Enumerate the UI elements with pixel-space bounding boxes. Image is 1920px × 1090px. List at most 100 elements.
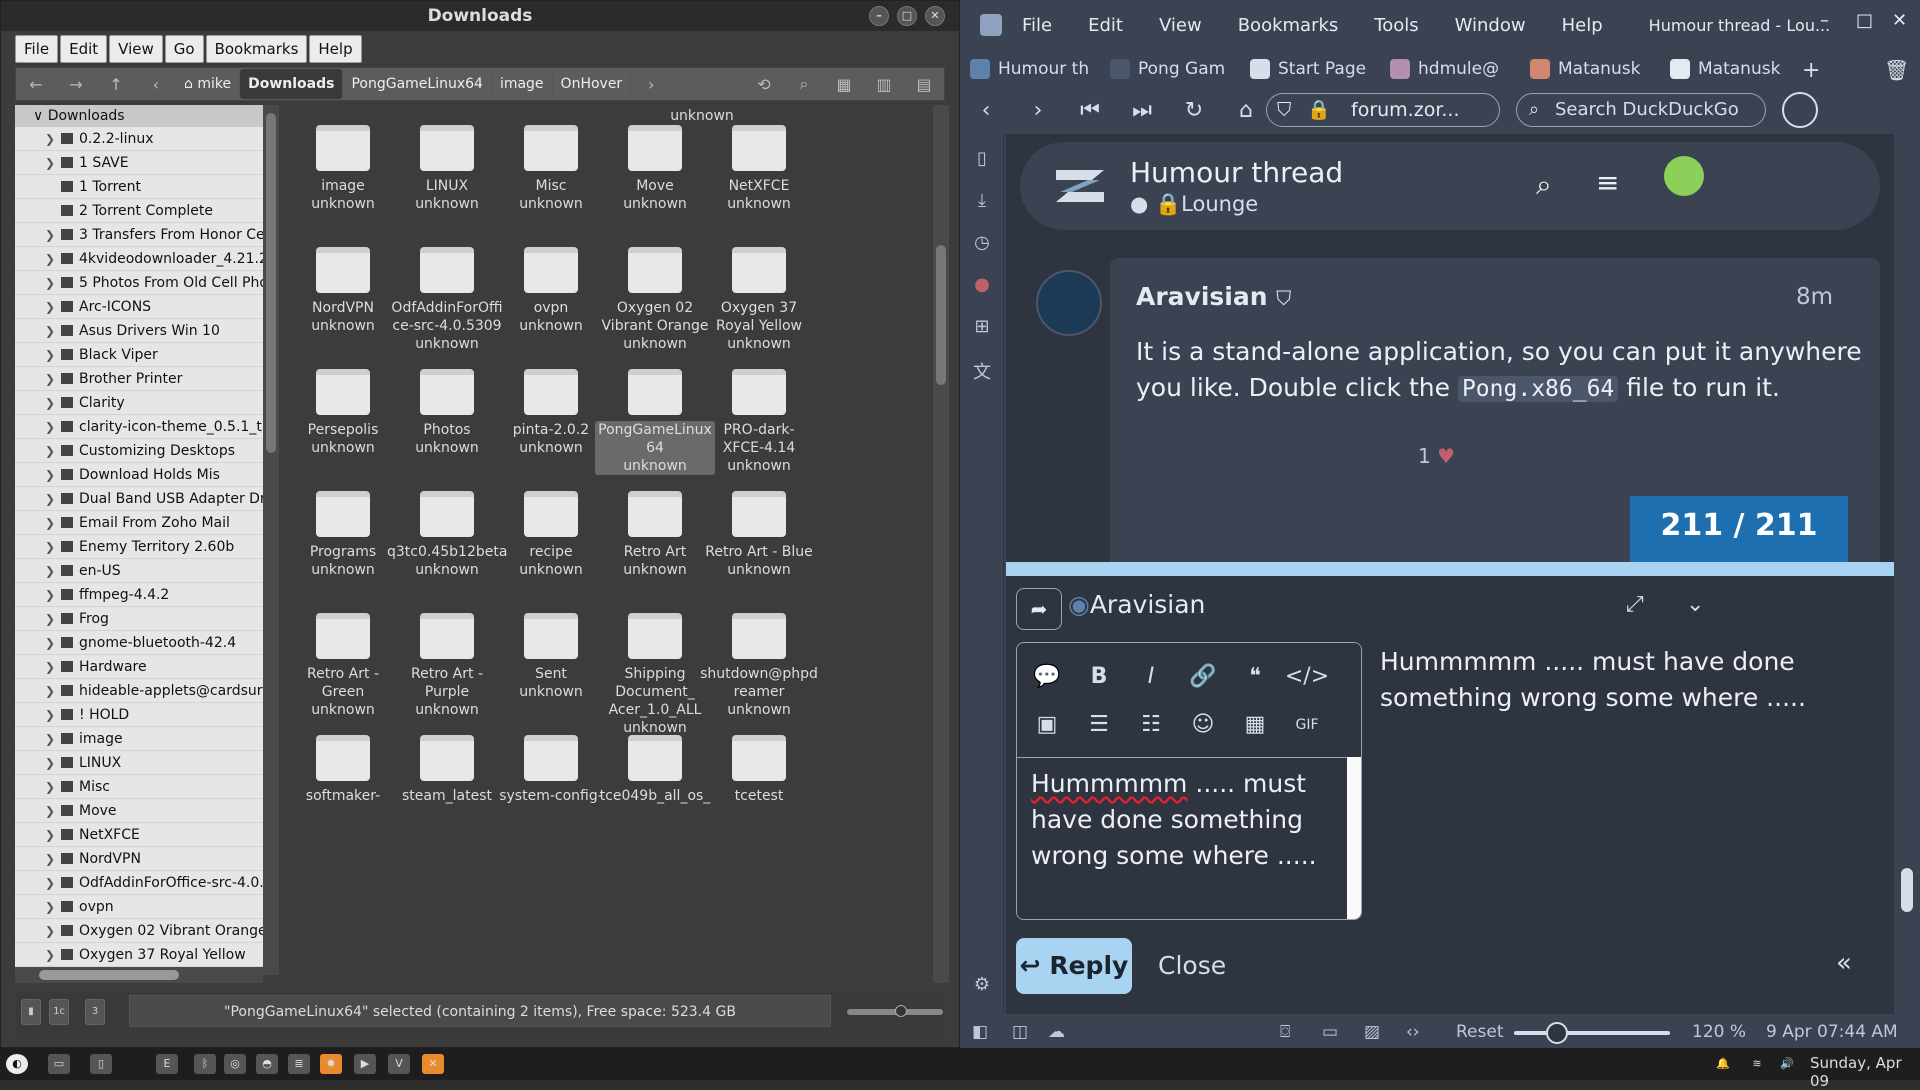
chevron-right-icon[interactable]: ❯ bbox=[45, 679, 55, 702]
download-icon[interactable]: ⤓ bbox=[972, 190, 992, 211]
zoom-reset-button[interactable]: Reset bbox=[1456, 1022, 1504, 1042]
bluetooth-icon[interactable]: ᛒ bbox=[194, 1054, 216, 1074]
history-icon[interactable]: ◷ bbox=[972, 232, 992, 253]
file-item[interactable]: Oxygen 02 Vibrant Orange unknown bbox=[595, 247, 715, 353]
vivaldi-logo-icon[interactable] bbox=[980, 14, 1002, 36]
tree-item[interactable]: ❯ Dual Band USB Adapter Dri bbox=[15, 487, 263, 511]
browser-tab[interactable]: Matanusk bbox=[1660, 59, 1800, 79]
tree-item[interactable]: ❯ Misc bbox=[15, 775, 263, 799]
cloud-icon[interactable]: ☁ bbox=[1048, 1022, 1065, 1042]
search-icon[interactable]: ⌕ bbox=[784, 74, 824, 94]
tree-item[interactable]: 1 Torrent bbox=[15, 175, 263, 199]
start-menu-icon[interactable]: ◐ bbox=[6, 1054, 28, 1074]
profile-avatar[interactable] bbox=[1782, 92, 1818, 128]
close-button[interactable]: ✕ bbox=[925, 6, 945, 26]
bookmark-icon[interactable]: ▯ bbox=[972, 148, 992, 169]
file-item[interactable]: Retro Art - Blue unknown bbox=[699, 491, 819, 579]
chevron-right-icon[interactable]: ❯ bbox=[45, 415, 55, 438]
minimize-button[interactable]: – bbox=[869, 6, 889, 26]
file-item[interactable]: image unknown bbox=[283, 125, 403, 213]
breadcrumb-right-icon[interactable]: › bbox=[631, 75, 671, 94]
forward-icon[interactable]: › bbox=[1012, 98, 1064, 123]
chevron-right-icon[interactable]: ❯ bbox=[45, 703, 55, 726]
taskbar-clock[interactable]: Sunday, Apr 09 bbox=[1810, 1054, 1920, 1090]
notification-icon[interactable]: 🔔 bbox=[1712, 1054, 1734, 1074]
calendar-icon[interactable]: ▦ bbox=[1229, 701, 1281, 749]
tree-item[interactable]: ❯ NetXFCE bbox=[15, 823, 263, 847]
italic-icon[interactable]: I bbox=[1125, 653, 1177, 701]
chevron-right-icon[interactable]: ❯ bbox=[45, 439, 55, 462]
chevron-right-icon[interactable]: ❯ bbox=[45, 367, 55, 390]
home-icon[interactable]: ⌂ bbox=[1220, 98, 1272, 123]
chevron-right-icon[interactable]: ❯ bbox=[45, 271, 55, 294]
tree-item[interactable]: ❯ Hardware bbox=[15, 655, 263, 679]
minimize-button[interactable]: – bbox=[1820, 10, 1829, 31]
shield-icon[interactable]: ⛉ bbox=[1277, 94, 1291, 126]
forum-logo-icon[interactable] bbox=[1048, 162, 1112, 210]
chevron-right-icon[interactable]: ❯ bbox=[45, 511, 55, 534]
places-icon[interactable]: 1c bbox=[49, 999, 69, 1025]
image-icon[interactable]: ▨ bbox=[1364, 1022, 1380, 1042]
tree-item[interactable]: ❯ Download Holds Mis bbox=[15, 463, 263, 487]
browser-tab[interactable]: Matanusk bbox=[1520, 59, 1660, 79]
code-icon[interactable]: ‹› bbox=[1406, 1022, 1420, 1042]
chevron-right-icon[interactable]: ❯ bbox=[45, 487, 55, 510]
file-item-partial[interactable]: rf unknown bbox=[642, 105, 762, 125]
window-titlebar[interactable]: Downloads – □ ✕ bbox=[1, 1, 959, 31]
chevron-right-icon[interactable]: ❯ bbox=[45, 799, 55, 822]
file-item[interactable]: Retro Art unknown bbox=[595, 491, 715, 579]
speech-bubble-icon[interactable]: 💬 bbox=[1021, 653, 1073, 701]
tree-item[interactable]: ❯ Email From Zoho Mail bbox=[15, 511, 263, 535]
file-item[interactable]: system-config- bbox=[491, 735, 611, 805]
chevron-right-icon[interactable]: ❯ bbox=[45, 895, 55, 918]
browser-tab[interactable]: hdmule@ bbox=[1380, 59, 1520, 79]
bullet-list-icon[interactable]: ☰ bbox=[1073, 701, 1125, 749]
tree-item[interactable]: ❯ Clarity bbox=[15, 391, 263, 415]
camera-icon[interactable]: ⌼ bbox=[1280, 1022, 1290, 1042]
tree-item[interactable]: ❯ ! HOLD bbox=[15, 703, 263, 727]
chevron-right-icon[interactable]: ❯ bbox=[45, 391, 55, 414]
tree-root[interactable]: ∨ Downloads bbox=[15, 105, 263, 127]
post-time[interactable]: 8m bbox=[1796, 284, 1833, 310]
chevron-right-icon[interactable]: ❯ bbox=[45, 319, 55, 342]
menu-help[interactable]: Help bbox=[309, 35, 362, 63]
chevron-right-icon[interactable]: ❯ bbox=[45, 247, 55, 270]
link-icon[interactable]: 🔗 bbox=[1177, 653, 1229, 701]
tree-item[interactable]: ❯ hideable-applets@cardsurf bbox=[15, 679, 263, 703]
breadcrumb-ponggame[interactable]: PongGameLinux64 bbox=[343, 69, 492, 99]
expand-icon[interactable]: ⤢ bbox=[1626, 592, 1644, 617]
list-view-icon[interactable]: ▥ bbox=[864, 75, 904, 94]
numbered-list-icon[interactable]: ☷ bbox=[1125, 701, 1177, 749]
chevron-right-icon[interactable]: ❯ bbox=[45, 775, 55, 798]
image-icon[interactable]: ▣ bbox=[1021, 701, 1073, 749]
tree-item[interactable]: ❯ OdfAddinForOffice-src-4.0.5 bbox=[15, 871, 263, 895]
tree-item[interactable]: ❯ ovpn bbox=[15, 895, 263, 919]
reload-icon[interactable]: ↻ bbox=[1168, 98, 1220, 123]
chevron-right-icon[interactable]: ❯ bbox=[45, 343, 55, 366]
tree-item[interactable]: ❯ 1 SAVE bbox=[15, 151, 263, 175]
menu-tools[interactable]: Tools bbox=[1374, 15, 1418, 36]
maximize-button[interactable]: □ bbox=[897, 6, 917, 26]
tree-item[interactable]: ❯ Customizing Desktops bbox=[15, 439, 263, 463]
file-item[interactable]: shutdown@phpd reamer unknown bbox=[699, 613, 819, 719]
menu-view[interactable]: View bbox=[109, 35, 163, 63]
file-item[interactable]: pinta-2.0.2 unknown bbox=[491, 369, 611, 457]
code-icon[interactable]: </> bbox=[1281, 653, 1333, 701]
tree-item[interactable]: ❯ en-US bbox=[15, 559, 263, 583]
close-button[interactable]: Close bbox=[1158, 938, 1226, 994]
tree-item[interactable]: ❯ image bbox=[15, 727, 263, 751]
chevron-right-icon[interactable]: ❯ bbox=[45, 751, 55, 774]
zoom-slider[interactable] bbox=[1514, 1031, 1670, 1035]
chevron-right-icon[interactable]: ❯ bbox=[45, 127, 55, 150]
menu-window[interactable]: Window bbox=[1455, 15, 1526, 36]
tree-item[interactable]: ❯ clarity-icon-theme_0.5.1_tru bbox=[15, 415, 263, 439]
vivaldi-icon[interactable]: V bbox=[388, 1054, 410, 1074]
gif-button[interactable]: GIF bbox=[1281, 701, 1333, 749]
chevron-right-icon[interactable]: ❯ bbox=[45, 919, 55, 942]
browser-tab[interactable]: Pong Gam bbox=[1100, 59, 1240, 79]
menu-help[interactable]: Help bbox=[1562, 15, 1603, 36]
tree-item[interactable]: ❯ Frog bbox=[15, 607, 263, 631]
terminal-icon[interactable]: ▶ bbox=[354, 1054, 376, 1074]
tree-item[interactable]: ❯ 4kvideodownloader_4.21.2-: bbox=[15, 247, 263, 271]
file-item[interactable]: Retro Art - Green unknown bbox=[283, 613, 403, 719]
